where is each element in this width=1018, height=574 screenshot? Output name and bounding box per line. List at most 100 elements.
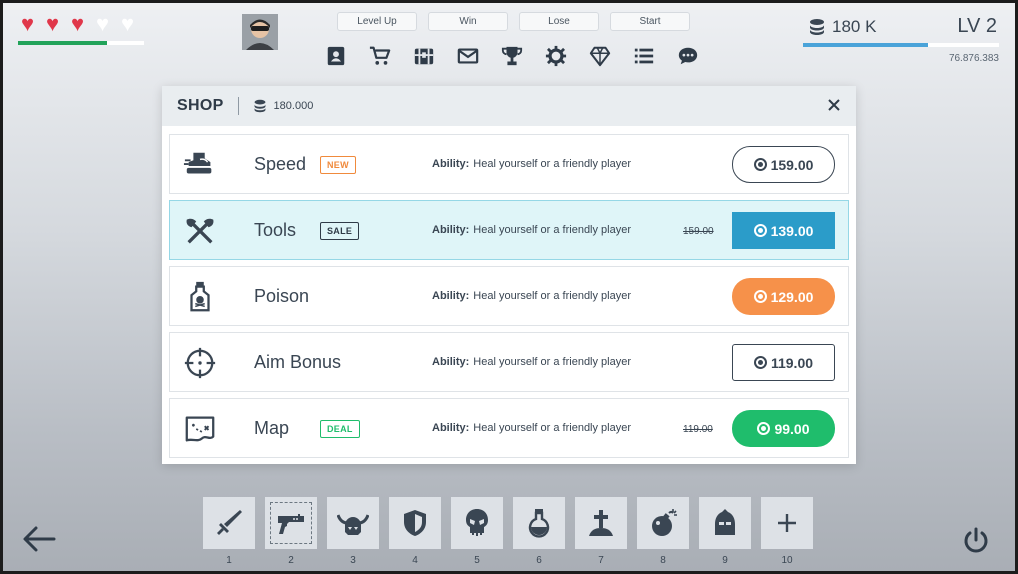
hotbar-slot-10[interactable]: 10 [761,497,813,566]
game-screen: ♥ ♥ ♥ ♥ ♥ Level Up Win Lose Start 180 K … [3,3,1015,571]
heart-icon: ♥ [20,11,35,36]
grave-icon[interactable] [575,497,627,549]
item-ability: Ability: Heal yourself or a friendly play… [432,422,632,434]
slot-number: 5 [474,555,480,566]
gem-icon[interactable] [583,41,617,71]
hotbar-slot-2[interactable]: 2 [265,497,317,566]
slot-number: 4 [412,555,418,566]
coin-icon [753,290,767,303]
avatar[interactable] [242,14,278,50]
shield-icon[interactable] [389,497,441,549]
close-button[interactable] [824,95,844,115]
start-button[interactable]: Start [610,12,690,31]
player-level: LV 2 [957,15,997,37]
profile-icon[interactable] [319,41,353,71]
shop-item-map: Map DEAL Ability: Heal yourself or a frie… [169,398,849,458]
coin-stack-icon [810,19,824,35]
level-up-button[interactable]: Level Up [337,12,417,31]
slot-number: 3 [350,555,356,566]
slot-number: 9 [722,555,728,566]
hood-icon[interactable] [699,497,751,549]
slot-number: 2 [288,555,294,566]
shop-item-poison: Poison Ability: Heal yourself or a friend… [169,266,849,326]
xp-value: 76.876.383 [948,53,999,64]
hotbar-slot-1[interactable]: 1 [203,497,255,566]
shop-balance-amount: 180.000 [273,100,314,112]
bomb-icon[interactable] [637,497,689,549]
plus-icon[interactable] [761,497,813,549]
skull-icon[interactable] [451,497,503,549]
settings-icon[interactable] [539,41,573,71]
potion-icon[interactable] [513,497,565,549]
main-menu [319,41,705,71]
axes-icon [182,214,218,248]
coin-icon [753,224,767,237]
sale-badge: SALE [320,222,360,240]
slot-number: 1 [226,555,232,566]
hotbar-slot-6[interactable]: 6 [513,497,565,566]
shop-balance: 180.000 [253,99,314,113]
item-name: Aim Bonus [254,352,342,372]
heart-icon: ♥ [120,11,135,36]
xp-bar [803,43,999,47]
coin-balance: 180 K [808,17,876,37]
heart-icon: ♥ [95,11,110,36]
deal-badge: DEAL [320,420,360,438]
coin-stack-icon [254,99,265,113]
item-ability: Ability: Heal yourself or a friendly play… [432,290,632,302]
shop-item-list: Speed NEW Ability: Heal yourself or a fri… [169,134,849,464]
coin-icon [753,356,767,369]
coin-icon [757,422,771,435]
hotbar-slot-7[interactable]: 7 [575,497,627,566]
health-bar [18,41,144,45]
shop-modal: SHOP 180.000 Speed NEW Ability: Heal you… [162,86,856,464]
header-divider [237,97,239,115]
list-icon[interactable] [627,41,661,71]
shop-item-speed: Speed NEW Ability: Heal yourself or a fri… [169,134,849,194]
slot-number: 10 [781,555,793,566]
lose-button[interactable]: Lose [519,12,599,31]
old-price: 159.00 [683,226,714,237]
hotbar-slot-3[interactable]: 3 [327,497,379,566]
item-name: Poison [254,286,310,306]
heart-icon: ♥ [70,11,85,36]
chest-icon[interactable] [407,41,441,71]
gun-icon[interactable] [265,497,317,549]
chat-icon[interactable] [671,41,705,71]
item-ability: Ability: Heal yourself or a friendly play… [432,224,632,236]
arrow-left-icon [23,526,56,552]
close-icon [828,99,840,111]
mail-icon[interactable] [451,41,485,71]
item-name: Speed [254,154,307,174]
sword-icon[interactable] [203,497,255,549]
win-button[interactable]: Win [428,12,508,31]
trophy-icon[interactable] [495,41,529,71]
buy-button[interactable]: 159.00 [732,146,835,183]
boot-icon [182,148,218,182]
slot-number: 8 [660,555,666,566]
shop-header: SHOP 180.000 [162,86,856,126]
debug-buttons: Level Up Win Lose Start [337,12,690,31]
player-avatar-icon [242,14,278,50]
cart-icon[interactable] [363,41,397,71]
hotbar-slot-4[interactable]: 4 [389,497,441,566]
buy-button[interactable]: 129.00 [732,278,835,315]
health-bar-fill [18,41,108,45]
viking-helmet-icon[interactable] [327,497,379,549]
hotbar: 1 2 3 4 5 6 7 8 9 10 [203,497,813,566]
buy-button[interactable]: 99.00 [732,410,835,447]
back-button[interactable] [21,523,57,555]
new-badge: NEW [320,156,356,174]
item-ability: Ability: Heal yourself or a friendly play… [432,356,632,368]
coin-icon [753,158,767,171]
shop-item-aim-bonus: Aim Bonus Ability: Heal yourself or a fri… [169,332,849,392]
buy-button[interactable]: 119.00 [732,344,835,381]
slot-number: 7 [598,555,604,566]
coin-amount: 180 K [832,17,877,36]
buy-button[interactable]: 139.00 [732,212,835,249]
hotbar-slot-5[interactable]: 5 [451,497,503,566]
shop-item-tools: Tools SALE Ability: Heal yourself or a fr… [169,200,849,260]
power-button[interactable] [961,526,991,556]
hotbar-slot-9[interactable]: 9 [699,497,751,566]
hotbar-slot-8[interactable]: 8 [637,497,689,566]
